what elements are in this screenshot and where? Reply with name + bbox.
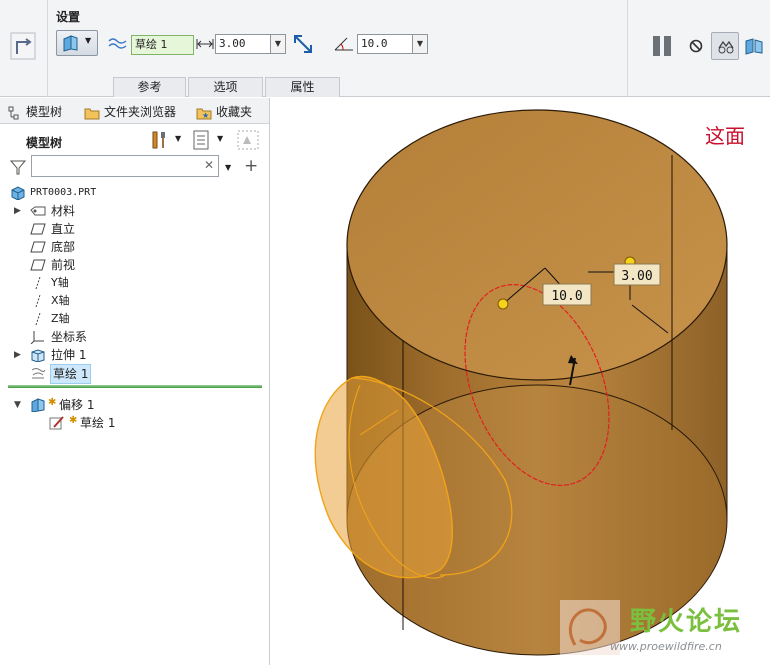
distance-icon — [196, 39, 214, 49]
insert-here-marker[interactable] — [8, 385, 262, 388]
sketch-edit-icon — [49, 416, 64, 430]
svg-text:★: ★ — [202, 111, 209, 120]
tab-references[interactable]: 参考 — [113, 77, 186, 97]
tab-options[interactable]: 选项 — [188, 77, 263, 97]
collapse-arrow-icon[interactable]: ▼ — [14, 396, 21, 414]
tab-favorites[interactable]: ★ 收藏夹 — [196, 101, 252, 123]
axis-icon — [35, 312, 41, 326]
axis-icon — [35, 294, 41, 308]
offset-icon — [31, 398, 45, 412]
tab-favorites-label: 收藏夹 — [216, 105, 253, 119]
tab-model-tree-label: 模型树 — [26, 105, 63, 119]
tree-item-label: X轴 — [51, 294, 70, 307]
verify-icon[interactable] — [744, 37, 764, 55]
show-settings-icon[interactable] — [192, 130, 210, 150]
model-tree-icon — [8, 106, 19, 119]
new-feature-star-icon: ✱ — [69, 415, 78, 426]
part-icon — [11, 186, 25, 200]
expand-arrow-icon[interactable]: ▶ — [14, 202, 21, 220]
tree-item-label: 拉伸 1 — [51, 348, 87, 362]
material-icon — [30, 206, 46, 216]
new-feature-star-icon: ✱ — [48, 397, 57, 408]
graphics-window[interactable]: 10.0 3.00 这面 野火论坛 www.proewildfire.cn — [271, 98, 770, 665]
tree-item-label: 底部 — [51, 240, 76, 254]
annotation-text: 这面 — [705, 124, 745, 148]
tab-folder-browser[interactable]: 文件夹浏览器 — [84, 101, 176, 123]
feature-dashboard: 设置 ▼ 草绘 1 3.00 ▼ 10.0 ▼ 参考 选项 属性 — [0, 0, 770, 97]
navigator-panel: 模型树 文件夹浏览器 ★ 收藏夹 模型树 ▼ ▼ ✕ ▼ + PRT0003.P… — [0, 98, 270, 665]
feature-preview-button[interactable] — [711, 32, 739, 60]
offset-distance-dropdown[interactable]: ▼ — [271, 34, 286, 54]
offset-dimension[interactable]: 3.00 — [613, 263, 661, 286]
sketch-collector-value: 草绘 1 — [135, 38, 168, 51]
extrude-icon — [31, 349, 45, 362]
offset-type-button[interactable]: ▼ — [56, 30, 98, 56]
divider — [627, 0, 628, 97]
angle-icon — [334, 37, 353, 51]
dock-toggle-icon[interactable] — [237, 130, 259, 150]
tab-properties[interactable]: 属性 — [265, 77, 340, 97]
angle-dropdown[interactable]: ▼ — [413, 34, 428, 54]
sketch-plane-icon — [10, 32, 36, 60]
datum-plane-icon — [30, 259, 46, 271]
tools-icon[interactable] — [150, 130, 170, 150]
datum-plane-icon — [30, 241, 46, 253]
tree-header: 模型树 ▼ ▼ — [0, 126, 269, 156]
expand-arrow-icon[interactable]: ▶ — [14, 346, 21, 364]
favorites-icon: ★ — [196, 108, 212, 120]
tools-chevron-icon[interactable]: ▼ — [175, 134, 181, 143]
sketch-collector[interactable]: 草绘 1 — [131, 35, 194, 55]
flip-direction-icon[interactable] — [291, 32, 315, 56]
sketch-icon — [31, 368, 46, 379]
left-tool-button[interactable] — [0, 0, 48, 97]
filter-icon[interactable] — [10, 159, 26, 175]
tree-item-label: Y轴 — [51, 276, 69, 289]
add-filter-icon[interactable]: + — [244, 156, 258, 176]
sketch-wave-icon — [108, 38, 127, 49]
clear-icon[interactable]: ✕ — [204, 158, 214, 172]
tree-item-label: 坐标系 — [51, 330, 88, 344]
tree-item-label: 材料 — [51, 204, 76, 218]
preview-glasses-icon — [718, 40, 734, 54]
watermark-url: www.proewildfire.cn — [610, 640, 722, 653]
no-preview-icon[interactable] — [688, 38, 704, 54]
tree-item-label: 直立 — [51, 222, 76, 236]
filter-input[interactable]: ✕ — [31, 155, 219, 177]
angle-value: 10.0 — [361, 37, 388, 50]
tab-model-tree[interactable]: 模型树 — [8, 101, 62, 123]
tree-item-label: 草绘 1 — [80, 416, 116, 430]
settings-chevron-icon[interactable]: ▼ — [217, 134, 223, 143]
tree-item-label-selected: 草绘 1 — [50, 364, 92, 384]
tree-item-label: PRT0003.PRT — [30, 187, 97, 198]
tree-title: 模型树 — [26, 136, 63, 150]
chevron-down-icon: ▼ — [85, 36, 92, 45]
offset-dimension-text: 3.00 — [621, 269, 652, 284]
watermark-text: 野火论坛 — [630, 607, 743, 637]
offset-surface-icon — [63, 35, 78, 52]
angle-dimension-text: 10.0 — [551, 289, 582, 304]
cylinder-top-face[interactable] — [346, 109, 728, 381]
navigator-tabs: 模型树 文件夹浏览器 ★ 收藏夹 — [0, 98, 269, 124]
model-view[interactable]: 10.0 3.00 — [271, 98, 770, 665]
filter-chevron-icon[interactable]: ▼ — [225, 163, 231, 172]
angle-input[interactable]: 10.0 — [357, 34, 413, 54]
offset-distance-input[interactable]: 3.00 — [215, 34, 271, 54]
folder-browser-icon — [84, 108, 100, 119]
tab-folder-browser-label: 文件夹浏览器 — [104, 105, 177, 119]
tree-item-label: Z轴 — [51, 312, 70, 325]
offset-distance-value: 3.00 — [219, 37, 246, 50]
pause-icon[interactable] — [650, 34, 674, 58]
sketch-handle[interactable] — [497, 298, 509, 310]
csys-icon — [30, 331, 44, 344]
axis-icon — [35, 276, 41, 290]
angle-dimension[interactable]: 10.0 — [542, 283, 592, 306]
datum-plane-icon — [30, 223, 46, 235]
tree-item-label: 前视 — [51, 258, 76, 272]
settings-group-title: 设置 — [56, 10, 81, 24]
